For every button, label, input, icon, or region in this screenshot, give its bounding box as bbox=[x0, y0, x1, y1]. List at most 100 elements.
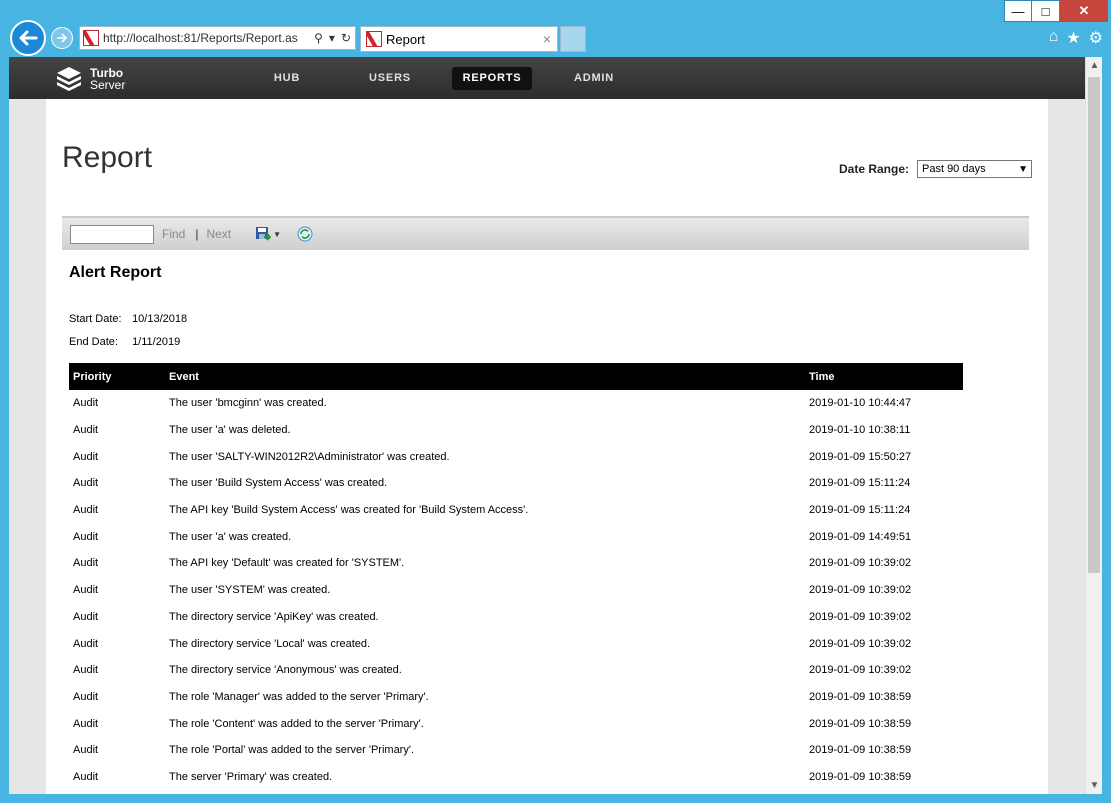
cell-event: The role 'Manager' was added to the serv… bbox=[169, 690, 429, 703]
cell-priority: Audit bbox=[73, 770, 99, 783]
table-row: Audit The user 'bmcginn' was created. 2019… bbox=[69, 390, 963, 417]
table-row: Audit The user 'Build System Access' was … bbox=[69, 470, 963, 497]
cell-priority: Audit bbox=[73, 610, 99, 623]
export-save-icon[interactable] bbox=[255, 226, 272, 242]
date-range-value: Past 90 days bbox=[922, 163, 986, 175]
table-row: Audit The role 'Portal' was added to the … bbox=[69, 737, 963, 764]
table-row: Audit The server 'Primary' was created. 20… bbox=[69, 764, 963, 791]
toolbar-separator: | bbox=[195, 227, 199, 241]
browser-tab[interactable]: Report × bbox=[360, 26, 558, 52]
cell-time: 2019-01-09 10:39:02 bbox=[809, 584, 912, 597]
site-logo[interactable]: Turbo Server bbox=[54, 64, 125, 94]
next-link[interactable]: Next bbox=[206, 227, 231, 241]
page-title: Report bbox=[62, 141, 153, 174]
cell-time: 2019-01-09 10:39:02 bbox=[809, 664, 912, 677]
cell-event: The API key 'Default' was created for 'S… bbox=[169, 557, 405, 570]
date-range-label: Date Range: bbox=[838, 162, 909, 176]
cell-time: 2019-01-09 15:11:24 bbox=[809, 477, 911, 490]
nav-admin[interactable]: ADMIN bbox=[569, 67, 619, 90]
address-bar[interactable]: http://localhost:81/Reports/Report.as ⚲ … bbox=[79, 26, 356, 50]
logo-text-line2: Server bbox=[90, 78, 126, 92]
refresh-icon[interactable]: ↻ bbox=[341, 31, 351, 45]
refresh-report-icon[interactable] bbox=[297, 226, 313, 242]
home-icon[interactable]: ⌂ bbox=[1049, 28, 1059, 48]
maximize-button[interactable]: □ bbox=[1032, 0, 1060, 22]
table-row: Audit The user 'a' was deleted. 2019-01-10… bbox=[69, 417, 963, 444]
export-dropdown-icon[interactable]: ▼ bbox=[273, 230, 281, 239]
site-header: Turbo Server HUB USERS REPORTS ADMIN bbox=[9, 57, 1085, 99]
end-date-value: 1/11/2019 bbox=[132, 336, 181, 348]
tab-favicon-icon bbox=[366, 31, 382, 47]
start-date-row: Start Date: 10/13/2018 bbox=[69, 313, 187, 325]
cell-event: The user 'bmcginn' was created. bbox=[169, 397, 327, 410]
scroll-up-icon[interactable]: ▲ bbox=[1086, 57, 1102, 74]
cell-priority: Audit bbox=[73, 530, 99, 543]
search-icon[interactable]: ⚲ bbox=[314, 31, 323, 45]
cell-time: 2019-01-10 10:38:11 bbox=[809, 424, 911, 437]
nav-users[interactable]: USERS bbox=[364, 67, 416, 90]
table-row: Audit The directory service 'Anonymous' w… bbox=[69, 657, 963, 684]
favorites-star-icon[interactable]: ★ bbox=[1066, 28, 1080, 48]
column-header-event: Event bbox=[165, 363, 805, 390]
minimize-button[interactable]: — bbox=[1004, 0, 1032, 22]
end-date-row: End Date: 1/11/2019 bbox=[69, 336, 180, 348]
date-range-select[interactable]: Past 90 days ▼ bbox=[917, 160, 1032, 178]
forward-button[interactable] bbox=[51, 27, 73, 49]
cell-event: The user 'SYSTEM' was created. bbox=[169, 584, 331, 597]
alert-report-table: Priority Event Time Audit The user 'bmcgi… bbox=[69, 363, 963, 790]
back-button[interactable] bbox=[10, 20, 46, 56]
cell-priority: Audit bbox=[73, 744, 99, 757]
cell-priority: Audit bbox=[73, 637, 99, 650]
find-link[interactable]: Find bbox=[162, 227, 185, 241]
date-range-filter: Date Range: Past 90 days ▼ bbox=[839, 160, 1032, 178]
settings-gear-icon[interactable]: ⚙ bbox=[1089, 28, 1103, 48]
end-date-label: End Date: bbox=[69, 336, 118, 348]
back-arrow-icon bbox=[19, 30, 38, 46]
cell-event: The user 'a' was deleted. bbox=[169, 424, 291, 437]
cell-priority: Audit bbox=[73, 664, 99, 677]
page-content: Report Date Range: Past 90 days ▼ Find |… bbox=[46, 99, 1048, 794]
close-window-button[interactable]: ✕ bbox=[1060, 0, 1108, 22]
scrollbar-thumb[interactable] bbox=[1088, 77, 1100, 573]
window-controls: — □ ✕ bbox=[1004, 0, 1108, 22]
start-date-value: 10/13/2018 bbox=[132, 313, 188, 325]
cell-event: The role 'Portal' was added to the serve… bbox=[169, 744, 415, 757]
cell-event: The user 'a' was created. bbox=[169, 530, 292, 543]
cell-time: 2019-01-09 15:50:27 bbox=[809, 450, 912, 463]
table-row: Audit The directory service 'ApiKey' was … bbox=[69, 604, 963, 631]
cell-event: The directory service 'Local' was create… bbox=[169, 637, 371, 650]
cell-priority: Audit bbox=[73, 504, 99, 517]
start-date-label: Start Date: bbox=[69, 313, 122, 325]
find-input[interactable] bbox=[70, 224, 154, 244]
tab-title: Report bbox=[386, 31, 426, 47]
scroll-down-icon[interactable]: ▼ bbox=[1086, 777, 1102, 794]
new-tab-button[interactable] bbox=[560, 26, 586, 52]
report-title: Alert Report bbox=[69, 264, 162, 281]
cell-priority: Audit bbox=[73, 584, 99, 597]
cell-time: 2019-01-09 10:38:59 bbox=[809, 717, 912, 730]
nav-hub[interactable]: HUB bbox=[263, 67, 311, 90]
nav-reports[interactable]: REPORTS bbox=[452, 67, 532, 90]
report-toolbar: Find | Next ▼ bbox=[62, 216, 1029, 250]
address-url[interactable]: http://localhost:81/Reports/Report.as bbox=[103, 31, 314, 45]
table-row: Audit The API key 'Build System Access' w… bbox=[69, 497, 963, 524]
table-row: Audit The directory service 'Local' was c… bbox=[69, 630, 963, 657]
table-row: Audit The role 'Content' was added to the… bbox=[69, 710, 963, 737]
cell-time: 2019-01-09 10:38:59 bbox=[809, 690, 912, 703]
vertical-scrollbar[interactable]: ▲ ▼ bbox=[1085, 57, 1102, 794]
cell-priority: Audit bbox=[73, 477, 99, 490]
cell-time: 2019-01-09 10:38:59 bbox=[809, 744, 912, 757]
close-tab-icon[interactable]: × bbox=[543, 31, 551, 47]
cell-priority: Audit bbox=[73, 717, 99, 730]
cell-time: 2019-01-09 10:38:59 bbox=[809, 770, 912, 783]
cell-event: The user 'SALTY-WIN2012R2\Administrator'… bbox=[169, 450, 450, 463]
cell-time: 2019-01-09 14:49:51 bbox=[809, 530, 912, 543]
dropdown-icon[interactable]: ▾ bbox=[329, 31, 335, 45]
browser-tools: ⌂ ★ ⚙ bbox=[1049, 28, 1103, 48]
table-row: Audit The user 'SYSTEM' was created. 2019-… bbox=[69, 577, 963, 604]
table-row: Audit The role 'Manager' was added to the… bbox=[69, 684, 963, 711]
cell-event: The server 'Primary' was created. bbox=[169, 770, 333, 783]
cell-priority: Audit bbox=[73, 690, 99, 703]
cell-time: 2019-01-09 10:39:02 bbox=[809, 610, 912, 623]
browser-window: — □ ✕ http://localhost:81/Reports/Report… bbox=[0, 0, 1111, 803]
